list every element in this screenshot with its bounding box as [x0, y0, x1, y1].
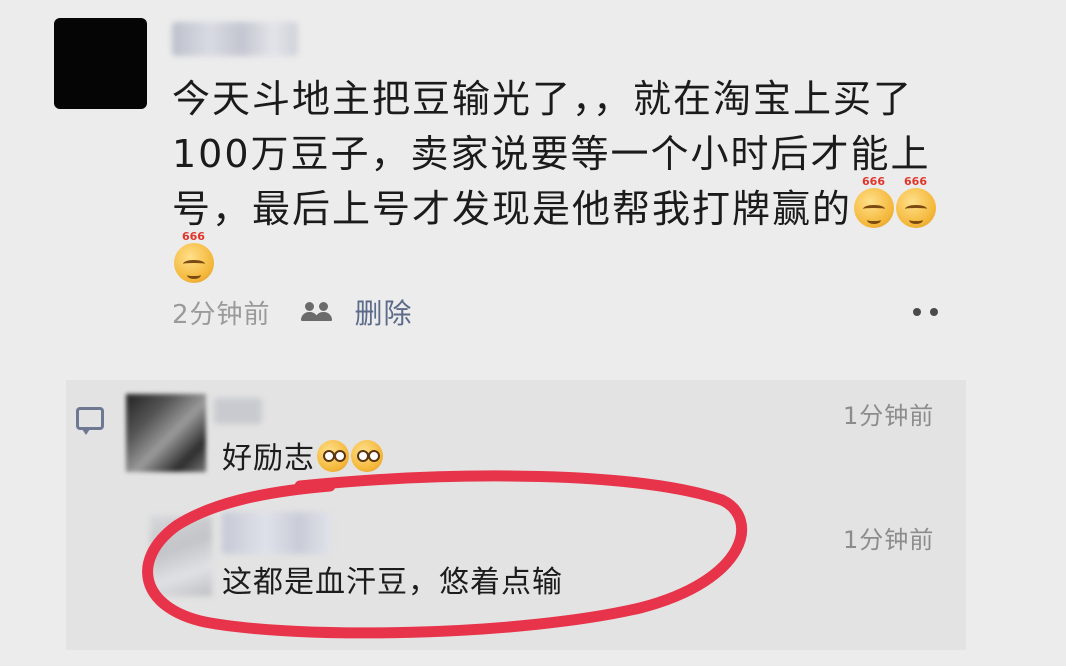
- post-text: 今天斗地主把豆输光了，，就在淘宝上买了100万豆子，卖家说要等一个小时后才能上号…: [172, 77, 931, 231]
- comment-1-content: 好励志: [222, 436, 383, 482]
- post-content: 今天斗地主把豆输光了，，就在淘宝上买了100万豆子，卖家说要等一个小时后才能上号…: [172, 72, 952, 292]
- post-timestamp: 2分钟前: [172, 299, 271, 330]
- shy-emoji-icon: [351, 440, 383, 472]
- comment-2-avatar[interactable]: [150, 516, 212, 596]
- post-author-name-blurred[interactable]: [172, 22, 298, 56]
- more-options-icon[interactable]: [913, 304, 949, 320]
- comment-2-text: 这都是血汗豆，悠着点输: [222, 565, 563, 600]
- smirk-666-emoji-icon: 666: [896, 176, 937, 228]
- comment-2-author-blurred[interactable]: [222, 512, 332, 554]
- comment-1-text: 好励志: [222, 441, 315, 476]
- post-author-avatar[interactable]: [54, 18, 147, 109]
- comment-1-author-blurred[interactable]: [214, 398, 262, 424]
- friends-visibility-icon: [299, 300, 335, 324]
- comment-2-timestamp: 1分钟前: [843, 526, 935, 554]
- comment-1-avatar[interactable]: [126, 394, 206, 472]
- smirk-666-emoji-icon: 666: [854, 176, 895, 228]
- smirk-666-emoji-icon: 666: [174, 231, 214, 283]
- comment-bubble-icon: [76, 407, 104, 435]
- shy-emoji-icon: [317, 440, 349, 472]
- delete-post-link[interactable]: 删除: [355, 292, 413, 332]
- comment-1-timestamp: 1分钟前: [843, 402, 935, 430]
- post-meta-row: 2分钟前 删除: [172, 292, 413, 332]
